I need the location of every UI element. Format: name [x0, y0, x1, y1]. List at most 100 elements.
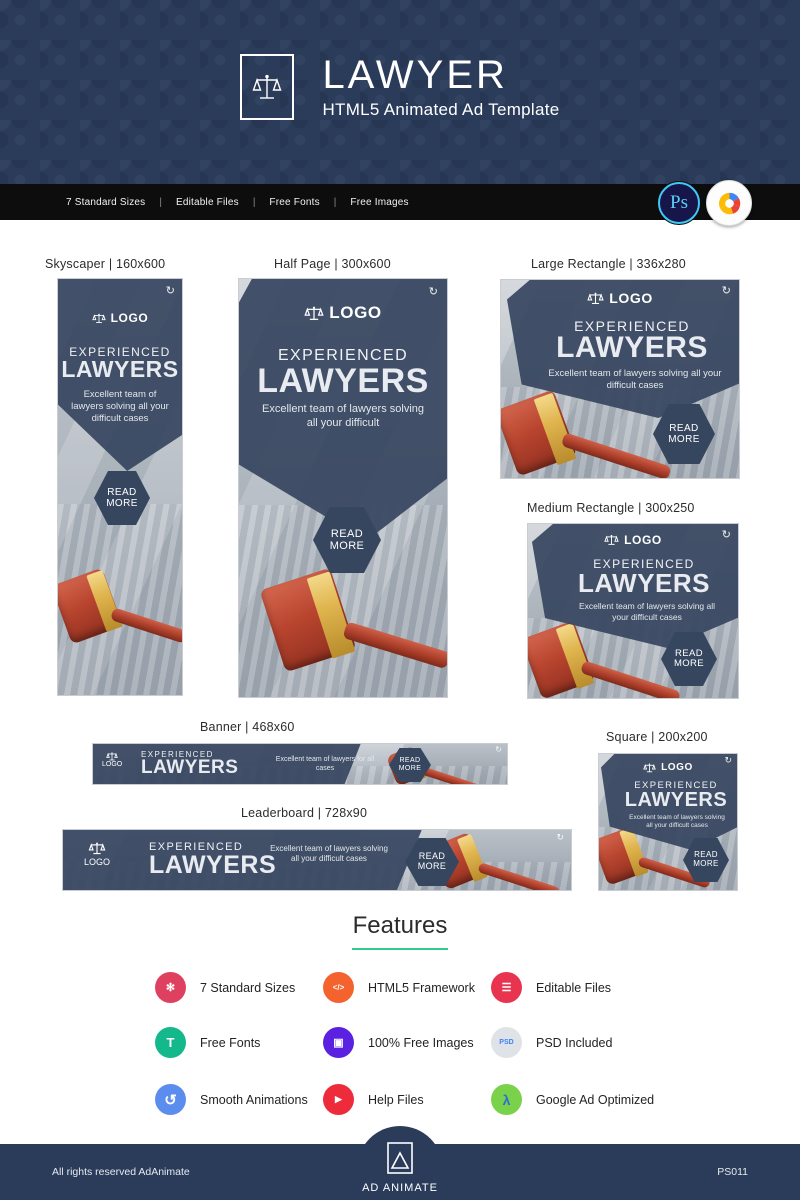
ad-preview-half-page[interactable]: ↻ LOGO EXPERIENCED LAWYERS Excellent tea…	[238, 278, 448, 698]
ribbon-item-1: Editable Files	[175, 196, 239, 208]
replay-arrow-icon[interactable]: ↻	[429, 285, 438, 298]
ad-description: Excellent team of lawyers for all cases	[275, 756, 375, 772]
help-files-icon: ▶	[323, 1084, 354, 1115]
read-more-button[interactable]: READ MORE	[661, 632, 717, 686]
feature-item-editable-files: ☰ Editable Files	[491, 972, 611, 1003]
ad-logo-text: LOGO	[624, 533, 662, 547]
feature-label: Google Ad Optimized	[536, 1092, 655, 1107]
read-more-line2: MORE	[106, 498, 138, 509]
ad-headline: LAWYERS	[624, 789, 728, 811]
ad-headline: LAWYERS	[257, 362, 429, 400]
ad-label-banner: Banner | 468x60	[200, 720, 295, 734]
read-more-line2: MORE	[673, 658, 705, 669]
ad-logo-text: LOGO	[661, 762, 693, 773]
ad-content-square: ↻ LOGO EXPERIENCED LAWYERS Excellent tea…	[599, 754, 737, 890]
ribbon-separator: |	[333, 196, 337, 208]
ad-headline: LAWYERS	[556, 331, 708, 364]
page-subtitle: HTML5 Animated Ad Template	[322, 100, 560, 119]
read-more-button[interactable]: READ MORE	[94, 471, 150, 525]
ad-content-banner: ↻ LOGO EXPERIENCED LAWYERS Excellent tea…	[93, 744, 507, 784]
ribbon-item-0: 7 Standard Sizes	[66, 196, 146, 208]
features-heading: Features	[352, 912, 448, 939]
feature-label: Smooth Animations	[200, 1092, 308, 1107]
read-more-button[interactable]: READ MORE	[405, 838, 459, 886]
ad-preview-square[interactable]: ↻ LOGO EXPERIENCED LAWYERS Excellent tea…	[598, 753, 738, 891]
google-ads-badge	[706, 180, 752, 226]
ad-label-leaderboard: Leaderboard | 728x90	[241, 806, 368, 820]
ad-description: Excellent team of lawyers solving all yo…	[71, 389, 169, 424]
feature-label: Free Fonts	[200, 1035, 261, 1050]
ribbon-item-list: 7 Standard Sizes | Editable Files | Free…	[66, 197, 409, 208]
read-more-button[interactable]: READ MORE	[313, 507, 381, 573]
read-more-button[interactable]: READ MORE	[389, 748, 431, 782]
sizes-icon: ✻	[155, 972, 186, 1003]
feature-label: PSD Included	[536, 1035, 613, 1050]
ad-logo-text: LOGO	[329, 303, 382, 322]
ribbon-separator: |	[159, 196, 162, 208]
feature-label: Help Files	[368, 1092, 424, 1107]
ad-description: Excellent team of lawyers solving all yo…	[629, 814, 725, 830]
ad-logo-text: LOGO	[110, 311, 149, 325]
ad-animate-logo-icon: AD ANIMATE	[357, 1126, 443, 1200]
ad-headline: LAWYERS	[61, 356, 179, 382]
hero-banner: LAWYER HTML5 Animated Ad Template	[0, 0, 800, 184]
ad-description: Excellent team of lawyers solving all yo…	[548, 368, 722, 391]
read-more-line1: READ	[107, 487, 137, 498]
ad-logo-text: LOGO	[102, 761, 123, 768]
read-more-line2: MORE	[329, 540, 365, 552]
ribbon-item-2: Free Fonts	[269, 196, 320, 208]
html5-icon: </>	[323, 972, 354, 1003]
read-more-line2: MORE	[668, 434, 700, 445]
feature-item-help-files: ▶ Help Files	[323, 1084, 424, 1115]
ad-preview-banner[interactable]: ↻ LOGO EXPERIENCED LAWYERS Excellent tea…	[92, 743, 508, 785]
ad-preview-skyscraper[interactable]: ↻ LOGO EXPERIENCED LAWYERS Excellent tea…	[57, 278, 183, 696]
ad-label-medium-rectangle: Medium Rectangle | 300x250	[527, 501, 695, 515]
read-more-line2: MORE	[693, 859, 719, 868]
read-more-button[interactable]: READ MORE	[653, 404, 715, 464]
google-ads-icon: λ	[491, 1084, 522, 1115]
feature-label: HTML5 Framework	[368, 980, 475, 995]
ad-logo-text: LOGO	[609, 290, 653, 306]
ad-description: Excellent team of lawyers solving all yo…	[270, 844, 388, 863]
feature-ribbon: 7 Standard Sizes | Editable Files | Free…	[0, 180, 800, 226]
ad-content-leaderboard: ↻ LOGO EXPERIENCED LAWYERS Excellent tea…	[63, 830, 571, 890]
ad-preview-medium-rectangle[interactable]: ↻ LOGO EXPERIENCED LAWYERS Excellent tea…	[527, 523, 739, 699]
ribbon-separator: |	[252, 196, 256, 208]
ad-description: Excellent team of lawyers solving all yo…	[261, 403, 424, 429]
psd-icon: PSD	[491, 1027, 522, 1058]
feature-label: 7 Standard Sizes	[200, 980, 296, 995]
replay-arrow-icon[interactable]: ↻	[495, 745, 502, 754]
scales-icon	[604, 534, 619, 545]
footer-brand: AD ANIMATE	[362, 1182, 438, 1194]
read-more-line2: MORE	[417, 861, 447, 871]
ad-preview-large-rectangle[interactable]: ↻ LOGO EXPERIENCED LAWYERS Excellent tea…	[500, 279, 740, 479]
ad-description: Excellent team of lawyers solving all yo…	[578, 601, 716, 622]
read-more-line2: MORE	[398, 765, 422, 772]
ad-preview-leaderboard[interactable]: ↻ LOGO EXPERIENCED LAWYERS Excellent tea…	[62, 829, 572, 891]
ad-content-medium-rectangle: ↻ LOGO EXPERIENCED LAWYERS Excellent tea…	[528, 524, 738, 698]
feature-item-html5-framework: </> HTML5 Framework	[323, 972, 475, 1003]
feature-item-free-images: ▣ 100% Free Images	[323, 1027, 474, 1058]
feature-label: Editable Files	[536, 980, 612, 995]
edit-files-icon: ☰	[491, 972, 522, 1003]
read-more-line1: READ	[669, 423, 699, 434]
ad-headline: LAWYERS	[577, 568, 711, 598]
images-icon: ▣	[323, 1027, 354, 1058]
read-more-button[interactable]: READ MORE	[683, 838, 729, 882]
feature-label: 100% Free Images	[368, 1035, 474, 1050]
feature-item-free-fonts: T Free Fonts	[155, 1027, 260, 1058]
ad-headline: LAWYERS	[149, 851, 277, 879]
feature-item-smooth-animations: ↺ Smooth Animations	[155, 1084, 308, 1115]
ad-label-square: Square | 200x200	[606, 730, 708, 744]
ribbon-item-3: Free Images	[350, 196, 409, 208]
read-more-line1: READ	[330, 527, 364, 540]
template-preview-page: LAWYER HTML5 Animated Ad Template 7 Stan…	[0, 0, 800, 1200]
replay-arrow-icon[interactable]: ↻	[166, 284, 175, 297]
read-more-line1: READ	[399, 757, 421, 765]
footer-copyright: All rights reserved AdAnimate	[52, 1166, 190, 1178]
feature-item-google-ad-optimized: λ Google Ad Optimized	[491, 1084, 654, 1115]
replay-arrow-icon[interactable]: ↻	[556, 833, 564, 843]
feature-item-7-standard-sizes: ✻ 7 Standard Sizes	[155, 972, 295, 1003]
scales-icon	[106, 752, 118, 761]
scales-icon	[587, 292, 604, 304]
